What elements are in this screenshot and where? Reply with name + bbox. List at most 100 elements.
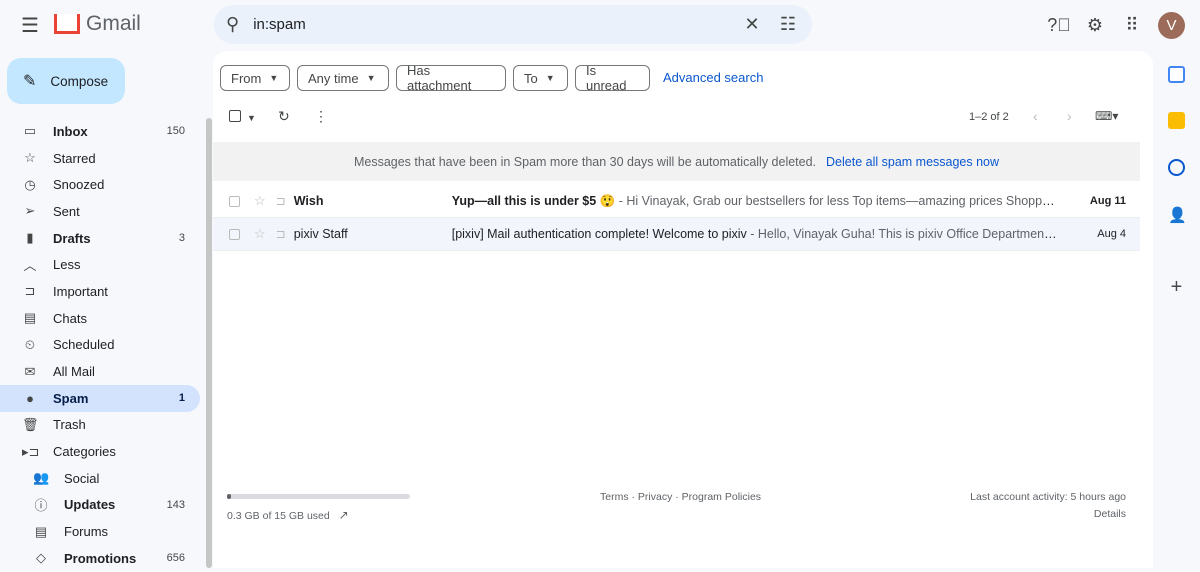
sidebar-scrollbar[interactable] — [206, 118, 212, 568]
email-row[interactable]: ☆ ⊐ pixiv Staff [pixiv] Mail authentication… — [213, 218, 1140, 251]
sidebar-item-spam[interactable]: ● Spam 1 — [0, 384, 200, 412]
sidebar-item-drafts[interactable]: ▮ Drafts 3 — [0, 225, 200, 252]
storage-bar — [227, 494, 410, 499]
sidebar-item-label: Drafts — [53, 230, 91, 246]
more-options-icon[interactable]: ⋮ — [314, 108, 328, 125]
important-icon: ⊐ — [24, 283, 36, 299]
sidebar-item-label: Sent — [53, 203, 80, 219]
email-subject: Yup—all this is under $5 😲 — [451, 193, 616, 208]
sidebar-item-social[interactable]: 👥 Social — [0, 465, 200, 492]
filter-chip-has-attachment[interactable]: Has attachment — [396, 63, 506, 93]
refresh-icon[interactable]: ↻ — [278, 108, 290, 125]
filter-label: Has attachment — [407, 63, 472, 93]
dropdown-arrow-icon: ▼ — [366, 73, 376, 83]
clock-icon: ◷ — [24, 176, 36, 192]
sidebar-item-label: Promotions — [64, 550, 137, 566]
help-icon[interactable]: ?⃝ — [1047, 13, 1071, 37]
sidebar-item-chats[interactable]: ▤ Chats — [0, 305, 200, 332]
scheduled-icon: ⏲ — [24, 336, 36, 352]
sidebar-item-count: 143 — [166, 498, 185, 511]
previous-page-icon[interactable]: ‹ — [1033, 108, 1038, 124]
pagination-text: 1–2 of 2 — [969, 111, 1009, 123]
main-menu-icon[interactable]: ☰ — [18, 14, 42, 37]
select-all-checkbox[interactable] — [229, 110, 241, 122]
draft-icon: ▮ — [26, 230, 34, 246]
delete-all-spam-link[interactable]: Delete all spam messages now — [826, 155, 999, 169]
contacts-icon[interactable]: 👤 — [1168, 206, 1187, 224]
filter-label: From — [231, 70, 262, 86]
trash-icon: 🗑 — [22, 416, 39, 432]
inbox-icon: ▭ — [23, 123, 37, 139]
sidebar-item-snoozed[interactable]: ◷ Snoozed — [0, 171, 200, 198]
email-sender: Wish — [293, 194, 324, 208]
dropdown-arrow-icon: ▼ — [545, 73, 555, 83]
sidebar-item-count: 1 — [178, 392, 185, 405]
sidebar-item-label: Chats — [53, 310, 87, 326]
keep-icon[interactable] — [1168, 112, 1185, 129]
row-checkbox[interactable] — [229, 195, 240, 207]
apps-grid-icon[interactable]: ⠿ — [1120, 13, 1144, 37]
email-preview: - Hello, Vinayak Guha! This is pixiv Off… — [746, 227, 1060, 241]
sidebar-item-trash[interactable]: 🗑 Trash — [0, 412, 200, 439]
sidebar-item-label: Social — [64, 470, 100, 486]
sidebar-item-starred[interactable]: ☆ Starred — [0, 145, 200, 172]
sidebar-item-label: Scheduled — [53, 337, 115, 353]
settings-gear-icon[interactable]: ⚙ — [1083, 13, 1107, 37]
sidebar-item-forums[interactable]: ▤ Forums — [0, 518, 200, 545]
filter-chip-to[interactable]: To ▼ — [513, 65, 568, 91]
chevron-up-icon: ︿ — [23, 258, 37, 274]
forum-icon: ▤ — [34, 523, 48, 539]
open-external-icon[interactable]: ↗ — [339, 508, 349, 522]
search-options-icon[interactable]: ☷ — [776, 13, 800, 37]
social-icon: 👥 — [33, 470, 50, 486]
sidebar-item-scheduled[interactable]: ⏲ Scheduled — [0, 332, 200, 359]
email-preview: - Hi Vinayak, Grab our bestsellers for l… — [615, 193, 1060, 208]
select-dropdown-icon[interactable]: ▼ — [247, 113, 256, 123]
sidebar-item-less[interactable]: ︿ Less — [0, 251, 200, 278]
sidebar-item-label: Less — [53, 257, 81, 273]
banner-text: Messages that have been in Spam more tha… — [353, 154, 817, 169]
star-icon[interactable]: ☆ — [254, 226, 266, 242]
advanced-search-link[interactable]: Advanced search — [663, 70, 763, 85]
important-marker-icon[interactable]: ⊐ — [276, 194, 286, 208]
calendar-icon[interactable] — [1168, 66, 1185, 83]
filter-chip-is-unread[interactable]: Is unread — [575, 63, 650, 93]
dropdown-arrow-icon: ▼ — [269, 73, 279, 83]
gmail-m-icon — [54, 14, 80, 34]
sidebar-item-all-mail[interactable]: ✉ All Mail — [0, 358, 200, 385]
keyboard-input-icon[interactable]: ⌨▾ — [1095, 109, 1118, 123]
email-row[interactable]: ☆ ⊐ Wish Yup—all this is under $5 😲 - Hi Vi… — [213, 185, 1140, 218]
sidebar-item-label: Trash — [53, 417, 86, 433]
send-icon: ➢ — [24, 203, 36, 219]
all-mail-icon: ✉ — [24, 363, 36, 379]
details-link[interactable]: Details — [1094, 508, 1126, 520]
filter-chip-any-time[interactable]: Any time ▼ — [297, 65, 389, 91]
filter-chip-from[interactable]: From ▼ — [220, 65, 290, 91]
sidebar-item-updates[interactable]: ⓘ Updates 143 — [0, 492, 200, 519]
sidebar-item-important[interactable]: ⊐ Important — [0, 278, 200, 305]
row-checkbox[interactable] — [229, 228, 240, 240]
sidebar-item-count: 150 — [166, 125, 185, 138]
avatar[interactable]: V — [1158, 12, 1185, 39]
tasks-icon[interactable] — [1168, 159, 1185, 176]
star-icon: ☆ — [24, 150, 36, 166]
gmail-logo[interactable]: Gmail — [54, 12, 141, 36]
sidebar-item-sent[interactable]: ➢ Sent — [0, 198, 200, 225]
compose-button[interactable]: ✎ Compose — [7, 58, 125, 104]
sidebar-item-inbox[interactable]: ▭ Inbox 150 — [0, 118, 200, 145]
sidebar-item-label: Inbox — [53, 123, 88, 139]
next-page-icon[interactable]: › — [1067, 108, 1072, 124]
spam-banner: Messages that have been in Spam more tha… — [213, 142, 1140, 181]
sidebar-item-count: 3 — [178, 232, 185, 245]
clear-search-icon[interactable]: ✕ — [740, 13, 764, 37]
search-icon[interactable]: ⚲ — [226, 14, 239, 35]
sidebar-item-label: Updates — [64, 497, 116, 513]
important-marker-icon[interactable]: ⊐ — [276, 227, 286, 241]
filter-label: Any time — [308, 70, 359, 86]
sidebar-item-label: All Mail — [53, 364, 95, 380]
search-input[interactable] — [253, 16, 728, 33]
star-icon[interactable]: ☆ — [254, 193, 266, 209]
sidebar-item-categories[interactable]: ▸⊐ Categories — [0, 438, 200, 465]
add-addon-icon[interactable]: + — [1168, 277, 1185, 297]
footer-links[interactable]: Terms · Privacy · Program Policies — [600, 491, 761, 503]
